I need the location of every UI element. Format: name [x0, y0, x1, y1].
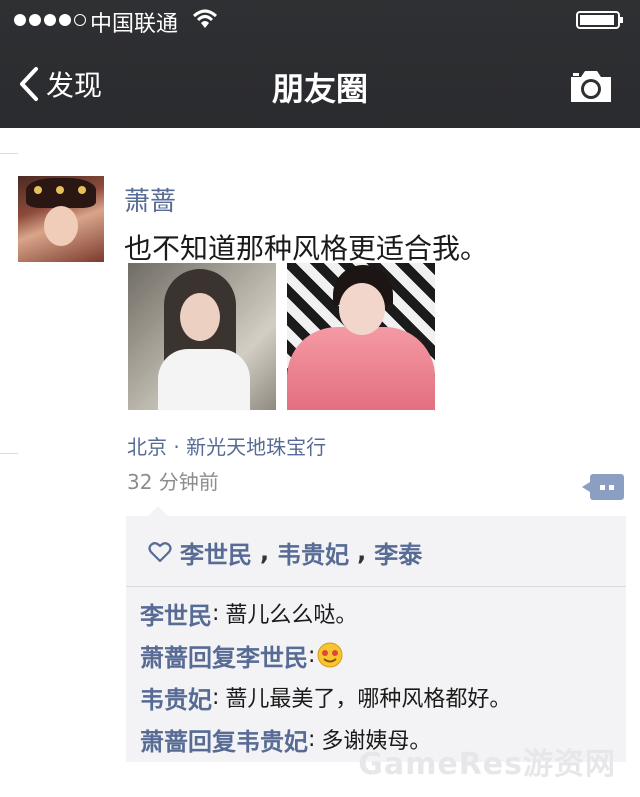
post-author[interactable]: 萧蔷	[124, 181, 176, 218]
photo-figure-face	[339, 283, 385, 335]
post-photo-2[interactable]	[287, 263, 435, 410]
reply-word: 回复	[188, 727, 236, 756]
reply-word: 回复	[188, 643, 236, 672]
comment-author[interactable]: 李世民	[140, 596, 212, 631]
reply-target[interactable]: 李世民	[236, 638, 308, 673]
battery-icon	[576, 11, 623, 29]
blushing-smile-emoji-icon	[317, 642, 343, 668]
comment-colon: :	[308, 642, 316, 668]
photo-figure-shirt	[158, 349, 250, 410]
signal-strength-icon	[14, 14, 86, 26]
avatar-jewel	[78, 186, 86, 194]
signal-dot-empty	[74, 14, 86, 26]
comment-author[interactable]: 萧蔷	[140, 722, 188, 757]
wifi-icon	[192, 9, 218, 28]
comment-colon: :	[308, 726, 316, 752]
post-text: 也不知道那种风格更适合我。	[124, 232, 489, 265]
like-separator: ,	[260, 538, 270, 566]
comment-text: 蔷儿么么哒。	[225, 603, 358, 628]
photo-figure-dress	[287, 327, 435, 410]
comment-author[interactable]: 韦贵妃	[140, 680, 212, 715]
like-name[interactable]: 韦贵妃	[277, 535, 349, 570]
post-time: 32 分钟前	[127, 470, 219, 494]
carrier-label: 中国联通	[90, 12, 179, 37]
comment-author[interactable]: 萧蔷	[140, 638, 188, 673]
camera-icon[interactable]	[568, 68, 614, 104]
avatar-face	[44, 206, 78, 246]
nav-bar: 发现 朋友圈	[0, 40, 640, 128]
comment-dot	[600, 485, 605, 490]
signal-dot	[59, 14, 71, 26]
comment[interactable]: 萧蔷 回复 李世民:	[140, 638, 343, 672]
likes-comments-box: 李世民, 韦贵妃, 李泰 李世民: 蔷儿么么哒。 萧蔷 回复 李世民: 韦贵妃: 蔷儿最美了…	[126, 506, 626, 762]
reply-target[interactable]: 韦贵妃	[236, 722, 308, 757]
likes-row: 李世民, 韦贵妃, 李泰	[148, 534, 422, 570]
divider	[0, 153, 18, 154]
post-location[interactable]: 北京 · 新光天地珠宝行	[127, 431, 326, 460]
signal-dot	[44, 14, 56, 26]
avatar-jewel	[34, 186, 42, 194]
status-bar: 中国联通	[0, 0, 640, 40]
comment-colon: :	[212, 600, 220, 626]
moments-feed[interactable]: 萧蔷 也不知道那种风格更适合我。 北京 · 新光天地珠宝行 32 分钟前 李世民…	[0, 128, 640, 797]
like-separator: ,	[357, 538, 367, 566]
avatar[interactable]	[18, 176, 104, 262]
comment[interactable]: 李世民: 蔷儿么么哒。	[140, 596, 357, 630]
page-title: 朋友圈	[271, 70, 368, 108]
header: 中国联通 发现 朋友圈	[0, 0, 640, 128]
comment[interactable]: 韦贵妃: 蔷儿最美了，哪种风格都好。	[140, 680, 511, 714]
heart-icon	[148, 542, 172, 563]
like-name[interactable]: 李世民	[180, 535, 252, 570]
box-divider	[126, 586, 626, 587]
signal-dot	[14, 14, 26, 26]
signal-dot	[29, 14, 41, 26]
avatar-jewel	[56, 186, 64, 194]
comment-button[interactable]	[582, 474, 624, 500]
comment-text: 蔷儿最美了，哪种风格都好。	[225, 687, 512, 712]
box-pointer	[148, 506, 168, 516]
comment-colon: :	[212, 684, 220, 710]
like-name[interactable]: 李泰	[374, 535, 422, 570]
divider	[0, 453, 18, 454]
watermark: GameRes游资网	[358, 747, 616, 782]
comment-dot	[609, 485, 614, 490]
photo-figure-face	[180, 293, 220, 341]
post-photo-1[interactable]	[128, 263, 276, 410]
